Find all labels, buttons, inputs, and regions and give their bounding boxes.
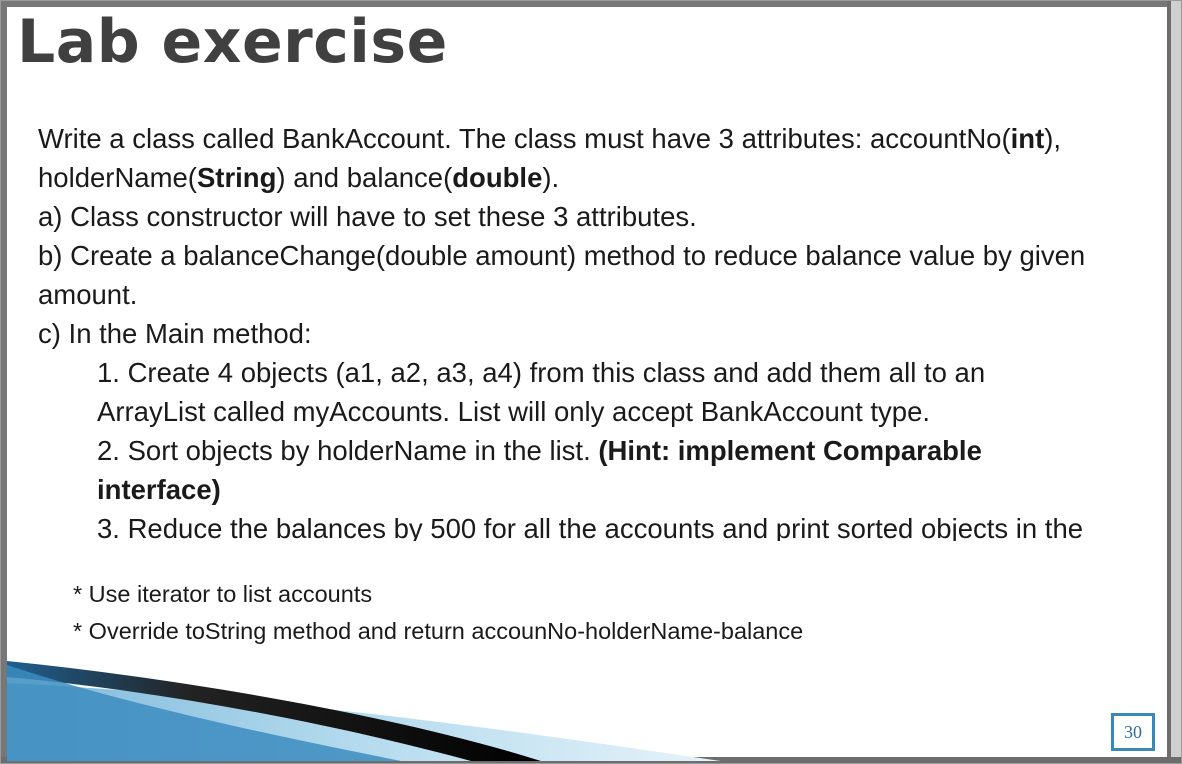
exercise-body: Write a class called BankAccount. The cl… [38, 119, 1168, 541]
decorative-swoosh [7, 661, 721, 761]
page-number-badge: 30 [1111, 713, 1155, 751]
notes: * Use iterator to list accounts * Overri… [73, 576, 803, 650]
sub-item-1-line-1: 1. Create 4 objects (a1, a2, a3, a4) fro… [97, 357, 986, 388]
sub-item-3: 3. Reduce the balances by 500 for all th… [97, 513, 1084, 541]
slide-title: Lab exercise [17, 7, 448, 77]
page-number: 30 [1114, 716, 1152, 748]
intro-line-1: Write a class called BankAccount. The cl… [38, 123, 1062, 154]
sub-item-2-line-1: 2. Sort objects by holderName in the lis… [97, 435, 982, 466]
item-b-line-1: b) Create a balanceChange(double amount)… [38, 240, 1086, 271]
slide: Lab exercise Write a class called BankAc… [0, 0, 1182, 764]
sub-item-2-line-2: interface) [97, 474, 221, 505]
item-c: c) In the Main method: [38, 318, 312, 349]
item-a: a) Class constructor will have to set th… [38, 201, 697, 232]
sub-item-1-line-2: ArrayList called myAccounts. List will o… [97, 396, 931, 427]
item-b-line-2: amount. [38, 279, 138, 310]
note-iterator: * Use iterator to list accounts [73, 581, 373, 607]
intro-line-2: holderName(String) and balance(double). [38, 162, 560, 193]
